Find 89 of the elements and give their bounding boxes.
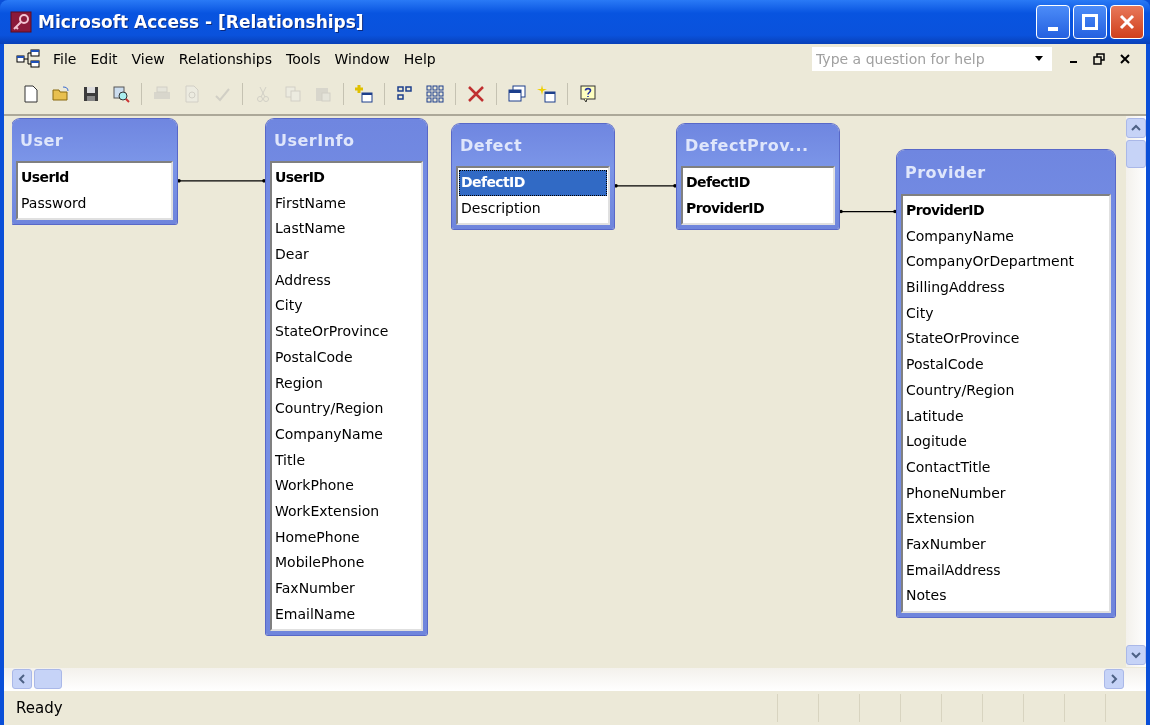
field-name[interactable]: Title [273, 447, 420, 474]
folder-icon[interactable] [51, 84, 71, 104]
field-name[interactable]: Latitude [904, 403, 1108, 430]
blank-page-icon[interactable] [21, 84, 41, 104]
field-name[interactable]: Address [273, 267, 420, 294]
relationships-icon[interactable] [16, 49, 40, 69]
field-name[interactable]: ProviderID [904, 198, 1108, 224]
scroll-right-icon[interactable] [1110, 674, 1118, 684]
field-name[interactable]: LastName [273, 216, 420, 243]
scroll-thumb[interactable] [34, 669, 62, 689]
field-name[interactable]: StateOrProvince [273, 319, 420, 345]
window-title: Microsoft Access - [Relationships] [38, 12, 364, 32]
dropdown-arrow-icon [1034, 56, 1044, 62]
field-name[interactable]: Description [459, 195, 607, 222]
table-window[interactable]: DefectProv... DefectID ProviderID [677, 124, 839, 230]
menu-item[interactable]: View [124, 51, 172, 67]
table-title: User [20, 130, 64, 150]
table-title: Provider [905, 162, 986, 182]
close-button[interactable] [1110, 5, 1144, 39]
vertical-scrollbar[interactable] [1126, 116, 1146, 667]
field-name[interactable]: WorkExtension [273, 498, 420, 525]
field-name[interactable]: WorkPhone [273, 473, 420, 499]
field-name[interactable]: CompanyName [904, 223, 1108, 250]
status-text: Ready [16, 699, 63, 717]
field-name[interactable]: PostalCode [273, 344, 420, 371]
field-name[interactable]: Logitude [904, 429, 1108, 455]
field-name[interactable]: MobilePhone [273, 550, 420, 576]
restore-icon[interactable] [1093, 53, 1105, 65]
key-icon [10, 11, 32, 33]
field-name[interactable]: CompanyOrDepartment [904, 249, 1108, 276]
menu-item[interactable]: Edit [83, 51, 125, 67]
field-name[interactable]: FaxNumber [904, 531, 1108, 558]
field-name[interactable]: BillingAddress [904, 275, 1108, 301]
menu-item[interactable]: Window [327, 51, 397, 67]
field-name[interactable]: DefectID [684, 170, 832, 196]
minimize-button[interactable] [1036, 5, 1070, 39]
table-title: DefectProv... [685, 135, 809, 155]
field-name[interactable]: EmailAddress [904, 557, 1108, 584]
delete-icon[interactable] [466, 84, 486, 104]
field-name[interactable]: CompanyName [273, 421, 420, 448]
add-table-icon[interactable] [354, 84, 374, 104]
field-name[interactable]: Country/Region [273, 396, 420, 422]
field-name[interactable]: Dear [273, 242, 420, 268]
field-name[interactable]: FaxNumber [273, 576, 420, 602]
field-name[interactable]: City [904, 300, 1108, 327]
maximize-icon [1082, 14, 1098, 30]
minimize-icon [1048, 27, 1058, 31]
menu-item[interactable]: Help [396, 51, 443, 67]
table-window[interactable]: User UserId Password [12, 119, 177, 225]
scroll-thumb[interactable] [1126, 140, 1146, 168]
field-name[interactable]: Extension [904, 506, 1108, 532]
table-window[interactable]: Provider ProviderID CompanyName CompanyOrDepartment BillingAddress City StateOrProvince PostalCode Country/Region Latitude Logitude ContactTitle PhoneNumber Extension FaxNumber EmailAddress Notes [897, 150, 1115, 617]
field-name[interactable]: UserID [273, 165, 420, 191]
magnifier-icon[interactable] [111, 84, 131, 104]
field-name[interactable]: ProviderID [684, 195, 832, 222]
menu-item[interactable]: File [46, 51, 84, 67]
table-title: UserInfo [274, 130, 355, 150]
help-search-field[interactable]: Type a question for help [812, 47, 1052, 71]
scroll-down-icon[interactable] [1131, 651, 1141, 659]
windows-icon[interactable] [507, 84, 527, 104]
menu-item[interactable]: Relationships [171, 51, 280, 67]
relationship-line [614, 184, 677, 188]
field-name[interactable]: UserId [19, 165, 170, 191]
field-name[interactable]: PhoneNumber [904, 480, 1108, 507]
field-name[interactable]: DefectID [459, 170, 607, 196]
field-name[interactable]: ContactTitle [904, 454, 1108, 481]
field-name[interactable]: Notes [904, 583, 1108, 609]
horizontal-scrollbar[interactable] [4, 667, 1146, 690]
field-name[interactable]: FirstName [273, 190, 420, 217]
field-name[interactable]: EmailName [273, 601, 420, 628]
field-name[interactable]: City [273, 293, 420, 320]
field-name[interactable]: HomePhone [273, 524, 420, 551]
table-window[interactable]: UserInfo UserID FirstName LastName Dear Address City StateOrProvince PostalCode Region Country/Region CompanyName Title WorkPhone WorkExtension HomePhone MobilePhone FaxNumber EmailName [266, 119, 427, 636]
table-title: Defect [460, 135, 523, 155]
field-name[interactable]: Password [19, 190, 170, 217]
maximize-button[interactable] [1073, 5, 1107, 39]
menu-item[interactable]: Tools [279, 51, 328, 67]
grid-icon[interactable] [425, 84, 445, 104]
field-name[interactable]: Region [273, 370, 420, 397]
new-object-icon[interactable] [537, 84, 557, 104]
help-icon[interactable] [578, 84, 598, 104]
field-name[interactable]: StateOrProvince [904, 326, 1108, 353]
field-name[interactable]: PostalCode [904, 352, 1108, 378]
close-icon [1119, 14, 1135, 30]
scroll-left-icon[interactable] [18, 674, 26, 684]
table-window[interactable]: Defect DefectID Description [452, 124, 614, 230]
field-name[interactable]: Country/Region [904, 377, 1108, 404]
scroll-up-icon[interactable] [1131, 124, 1141, 132]
close-icon[interactable] [1119, 53, 1131, 65]
